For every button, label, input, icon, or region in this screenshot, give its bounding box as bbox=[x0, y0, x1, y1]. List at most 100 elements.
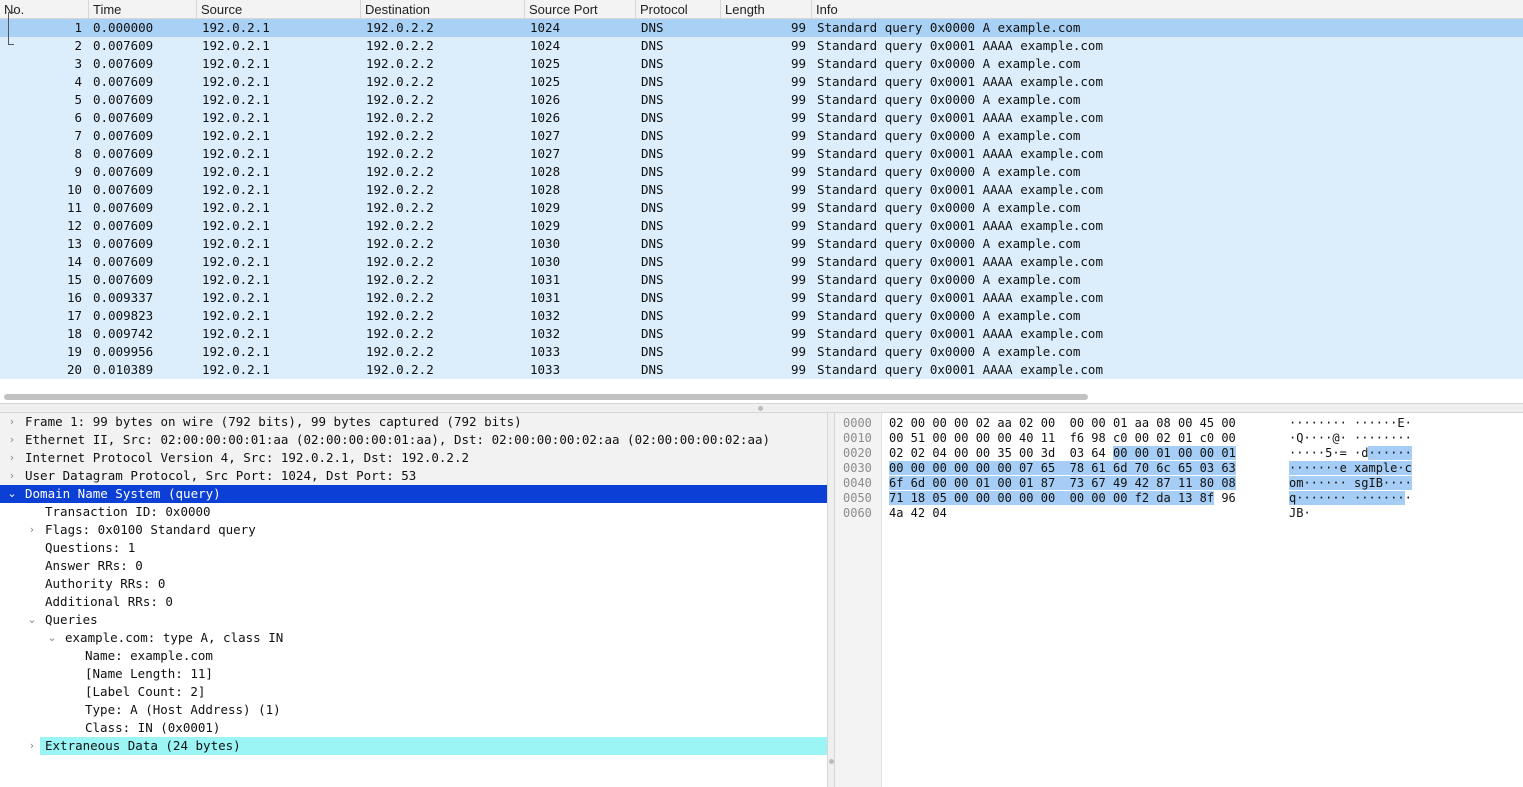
hex-plain-bytes: 96 bbox=[1214, 491, 1236, 505]
bytes-ascii[interactable]: ·····5·= ·d······ bbox=[1289, 446, 1412, 461]
tree-item-type[interactable]: Type: A (Host Address) (1) bbox=[0, 701, 827, 719]
packet-row[interactable]: 9 0.007609 192.0.2.1 192.0.2.2 1028 DNS 99 Stan… bbox=[0, 163, 1523, 181]
packet-cell-time: 0.007609 bbox=[93, 146, 154, 161]
tree-item-name[interactable]: Name: example.com bbox=[0, 647, 827, 665]
chevron-right-icon[interactable]: › bbox=[26, 737, 38, 755]
packet-cell-sport: 1032 bbox=[530, 326, 561, 341]
column-header-source-port[interactable]: Source Port bbox=[525, 0, 636, 19]
packet-row[interactable]: 20 0.010389 192.0.2.1 192.0.2.2 1033 DNS 99 Sta… bbox=[0, 361, 1523, 379]
asc-plain-bytes: ·Q····@· ········ bbox=[1289, 431, 1412, 445]
column-header-time[interactable]: Time bbox=[89, 0, 197, 19]
bytes-ascii[interactable]: JB· bbox=[1289, 506, 1311, 521]
column-header-length[interactable]: Length bbox=[721, 0, 812, 19]
tree-item-ethernet[interactable]: › Ethernet II, Src: 02:00:00:00:01:aa (0… bbox=[0, 431, 827, 449]
bytes-row[interactable]: 0050 71 18 05 00 00 00 00 00 00 00 00 f2 … bbox=[835, 491, 1523, 506]
packet-row[interactable]: 16 0.009337 192.0.2.1 192.0.2.2 1031 DNS 99 Sta… bbox=[0, 289, 1523, 307]
tree-item-flags[interactable]: › Flags: 0x0100 Standard query bbox=[0, 521, 827, 539]
bytes-row[interactable]: 0000 02 00 00 00 02 aa 02 00 00 00 01 aa … bbox=[835, 416, 1523, 431]
bytes-hex[interactable]: 00 51 00 00 00 00 40 11 f6 98 c0 00 02 0… bbox=[889, 431, 1236, 446]
bytes-row[interactable]: 0030 00 00 00 00 00 00 07 65 78 61 6d 70 … bbox=[835, 461, 1523, 476]
tree-item-authority-rrs[interactable]: Authority RRs: 0 bbox=[0, 575, 827, 593]
packet-row[interactable]: 10 0.007609 192.0.2.1 192.0.2.2 1028 DNS 99 Sta… bbox=[0, 181, 1523, 199]
chevron-down-icon[interactable]: ⌄ bbox=[6, 485, 18, 503]
chevron-down-icon[interactable]: ⌄ bbox=[46, 629, 58, 647]
chevron-down-icon[interactable]: ⌄ bbox=[26, 611, 38, 629]
packet-row[interactable]: 12 0.007609 192.0.2.1 192.0.2.2 1029 DNS 99 Sta… bbox=[0, 217, 1523, 235]
tree-item-query[interactable]: ⌄ example.com: type A, class IN bbox=[0, 629, 827, 647]
column-header-destination[interactable]: Destination bbox=[361, 0, 525, 19]
bytes-hex[interactable]: 02 02 04 00 00 35 00 3d 03 64 00 00 01 0… bbox=[889, 446, 1236, 461]
chevron-right-icon[interactable]: › bbox=[6, 467, 18, 485]
splitter-grip-icon[interactable] bbox=[829, 759, 834, 764]
bytes-hex[interactable]: 6f 6d 00 00 01 00 01 87 73 67 49 42 87 1… bbox=[889, 476, 1236, 491]
tree-item-label-count[interactable]: [Label Count: 2] bbox=[0, 683, 827, 701]
chevron-right-icon[interactable]: › bbox=[26, 521, 38, 539]
packet-cell-info: Standard query 0x0000 A example.com bbox=[817, 56, 1081, 71]
packet-row[interactable]: 18 0.009742 192.0.2.1 192.0.2.2 1032 DNS 99 Sta… bbox=[0, 325, 1523, 343]
packet-cell-no: 13 bbox=[66, 236, 82, 251]
tree-item-class[interactable]: Class: IN (0x0001) bbox=[0, 719, 827, 737]
tree-item-dns[interactable]: ⌄ Domain Name System (query) bbox=[0, 485, 827, 503]
packet-row[interactable]: 8 0.007609 192.0.2.1 192.0.2.2 1027 DNS 99 Stan… bbox=[0, 145, 1523, 163]
packet-cell-src: 192.0.2.1 bbox=[202, 20, 270, 35]
scrollbar-thumb[interactable] bbox=[4, 394, 1088, 400]
packet-row[interactable]: 6 0.007609 192.0.2.1 192.0.2.2 1026 DNS 99 Stan… bbox=[0, 109, 1523, 127]
packet-cell-len: 99 bbox=[790, 254, 806, 269]
bytes-ascii[interactable]: om······ sgIB···· bbox=[1289, 476, 1412, 491]
packet-row[interactable]: 4 0.007609 192.0.2.1 192.0.2.2 1025 DNS 99 Stan… bbox=[0, 73, 1523, 91]
packet-row[interactable]: 19 0.009956 192.0.2.1 192.0.2.2 1033 DNS 99 Sta… bbox=[0, 343, 1523, 361]
bytes-row[interactable]: 0010 00 51 00 00 00 00 40 11 f6 98 c0 00 … bbox=[835, 431, 1523, 446]
tree-item-transaction-id[interactable]: Transaction ID: 0x0000 bbox=[0, 503, 827, 521]
tree-item-questions[interactable]: Questions: 1 bbox=[0, 539, 827, 557]
tree-item-udp[interactable]: › User Datagram Protocol, Src Port: 1024… bbox=[0, 467, 827, 485]
packet-cell-sport: 1026 bbox=[530, 92, 561, 107]
chevron-right-icon[interactable]: › bbox=[6, 449, 18, 467]
bytes-ascii[interactable]: q······· ········ bbox=[1289, 491, 1412, 506]
tree-item-queries[interactable]: ⌄ Queries bbox=[0, 611, 827, 629]
packet-row[interactable]: 1 0.000000 192.0.2.1 192.0.2.2 1024 DNS 99 Stan… bbox=[0, 19, 1523, 37]
bytes-ascii[interactable]: ·······e xample·c bbox=[1289, 461, 1412, 476]
tree-item-ipv4[interactable]: › Internet Protocol Version 4, Src: 192.… bbox=[0, 449, 827, 467]
column-header-info[interactable]: Info bbox=[812, 0, 1523, 19]
bytes-hex[interactable]: 4a 42 04 bbox=[889, 506, 947, 521]
chevron-right-icon[interactable]: › bbox=[6, 413, 18, 431]
packet-cell-no: 14 bbox=[66, 254, 82, 269]
splitter-grip-icon[interactable] bbox=[758, 406, 763, 411]
tree-item-name-length[interactable]: [Name Length: 11] bbox=[0, 665, 827, 683]
tree-item-frame[interactable]: › Frame 1: 99 bytes on wire (792 bits), … bbox=[0, 413, 827, 431]
bytes-hex[interactable]: 02 00 00 00 02 aa 02 00 00 00 01 aa 08 0… bbox=[889, 416, 1236, 431]
vertical-splitter[interactable] bbox=[827, 413, 835, 787]
tree-item-answer-rrs[interactable]: Answer RRs: 0 bbox=[0, 557, 827, 575]
packet-row[interactable]: 14 0.007609 192.0.2.1 192.0.2.2 1030 DNS 99 Sta… bbox=[0, 253, 1523, 271]
asc-highlighted-bytes: ······ bbox=[1368, 446, 1412, 460]
bytes-row[interactable]: 0040 6f 6d 00 00 01 00 01 87 73 67 49 42 … bbox=[835, 476, 1523, 491]
packet-row[interactable]: 11 0.007609 192.0.2.1 192.0.2.2 1029 DNS 99 Sta… bbox=[0, 199, 1523, 217]
packet-cell-time: 0.007609 bbox=[93, 272, 154, 287]
packet-row[interactable]: 17 0.009823 192.0.2.1 192.0.2.2 1032 DNS 99 Sta… bbox=[0, 307, 1523, 325]
bytes-ascii[interactable]: ·Q····@· ········ bbox=[1289, 431, 1412, 446]
packet-row[interactable]: 13 0.007609 192.0.2.1 192.0.2.2 1030 DNS 99 Sta… bbox=[0, 235, 1523, 253]
packet-row[interactable]: 2 0.007609 192.0.2.1 192.0.2.2 1024 DNS 99 Stan… bbox=[0, 37, 1523, 55]
packet-cell-no: 3 bbox=[74, 56, 82, 71]
packet-list-horizontal-scrollbar[interactable] bbox=[0, 390, 1523, 403]
packet-row[interactable]: 5 0.007609 192.0.2.1 192.0.2.2 1026 DNS 99 Stan… bbox=[0, 91, 1523, 109]
bytes-row[interactable]: 0020 02 02 04 00 00 35 00 3d 03 64 00 00 … bbox=[835, 446, 1523, 461]
tree-item-additional-rrs[interactable]: Additional RRs: 0 bbox=[0, 593, 827, 611]
packet-cell-proto: DNS bbox=[641, 308, 664, 323]
packet-row[interactable]: 15 0.007609 192.0.2.1 192.0.2.2 1031 DNS 99 Sta… bbox=[0, 271, 1523, 289]
column-header-protocol[interactable]: Protocol bbox=[636, 0, 721, 19]
packet-row[interactable]: 3 0.007609 192.0.2.1 192.0.2.2 1025 DNS 99 Stan… bbox=[0, 55, 1523, 73]
bytes-ascii[interactable]: ········ ······E· bbox=[1289, 416, 1412, 431]
horizontal-splitter[interactable] bbox=[0, 403, 1523, 413]
column-header-source[interactable]: Source bbox=[197, 0, 361, 19]
bytes-hex[interactable]: 00 00 00 00 00 00 07 65 78 61 6d 70 6c 6… bbox=[889, 461, 1236, 476]
packet-cell-time: 0.007609 bbox=[93, 164, 154, 179]
packet-row[interactable]: 7 0.007609 192.0.2.1 192.0.2.2 1027 DNS 99 Stan… bbox=[0, 127, 1523, 145]
bytes-row[interactable]: 0060 4a 42 04 JB· bbox=[835, 506, 1523, 521]
packet-cell-proto: DNS bbox=[641, 74, 664, 89]
packet-cell-no: 4 bbox=[74, 74, 82, 89]
bytes-hex[interactable]: 71 18 05 00 00 00 00 00 00 00 00 f2 da 1… bbox=[889, 491, 1236, 506]
chevron-right-icon[interactable]: › bbox=[6, 431, 18, 449]
bytes-offset: 0060 bbox=[843, 506, 872, 520]
tree-item-extraneous-data[interactable]: › Extraneous Data (24 bytes) bbox=[0, 737, 827, 755]
